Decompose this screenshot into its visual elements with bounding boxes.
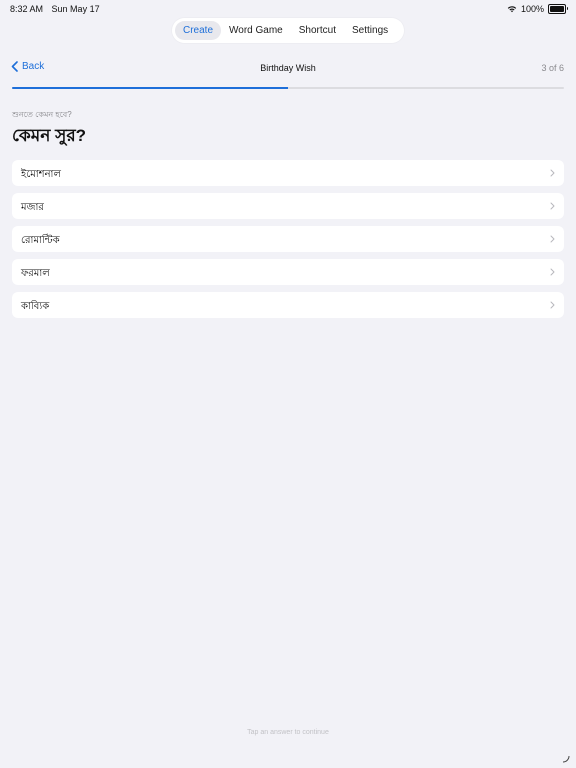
status-time: 8:32 AM [10,4,44,14]
chevron-right-icon [550,268,555,276]
tab-word-game[interactable]: Word Game [221,21,291,40]
progress-fill [12,87,288,89]
navigation-bar: Back Birthday Wish 3 of 6 [0,60,576,78]
option-label: ইমোশনাল [21,169,61,180]
option-formal[interactable]: ফরমাল [12,259,564,285]
chevron-right-icon [550,169,555,177]
option-label: ফরমাল [21,268,50,279]
options-list: ইমোশনাল মজার রোমান্টিক ফরমাল কাব্যিক [12,160,564,325]
question-title: কেমন সুর? [12,126,87,145]
chevron-right-icon [550,235,555,243]
question-subtitle: শুনতে কেমন হবে? [12,110,72,119]
option-poetic[interactable]: কাব্যিক [12,292,564,318]
option-romantic[interactable]: রোমান্টিক [12,226,564,252]
status-right: 100% [507,4,568,14]
battery-percent: 100% [520,4,544,14]
status-left: 8:32 AM Sun May 17 [10,4,100,14]
tab-settings[interactable]: Settings [344,21,396,40]
battery-fill [550,6,564,12]
battery-icon [548,4,568,14]
option-label: মজার [21,202,44,213]
status-date: Sun May 17 [51,4,100,14]
chevron-right-icon [550,202,555,210]
option-emotional[interactable]: ইমোশনাল [12,160,564,186]
tab-create[interactable]: Create [175,21,222,40]
step-counter: 3 of 6 [541,63,564,73]
tab-shortcut[interactable]: Shortcut [291,21,344,40]
progress-bar [12,87,564,89]
resize-handle-icon [562,755,570,763]
option-label: রোমান্টিক [21,235,60,246]
main-tab-bar: Create Word Game Shortcut Settings [172,18,404,43]
option-funny[interactable]: মজার [12,193,564,219]
page-title: Birthday Wish [260,63,316,73]
status-bar: 8:32 AM Sun May 17 100% [0,0,576,18]
wifi-icon [507,6,517,13]
chevron-right-icon [550,301,555,309]
option-label: কাব্যিক [21,301,50,312]
continue-hint: Tap an answer to continue [247,729,329,736]
